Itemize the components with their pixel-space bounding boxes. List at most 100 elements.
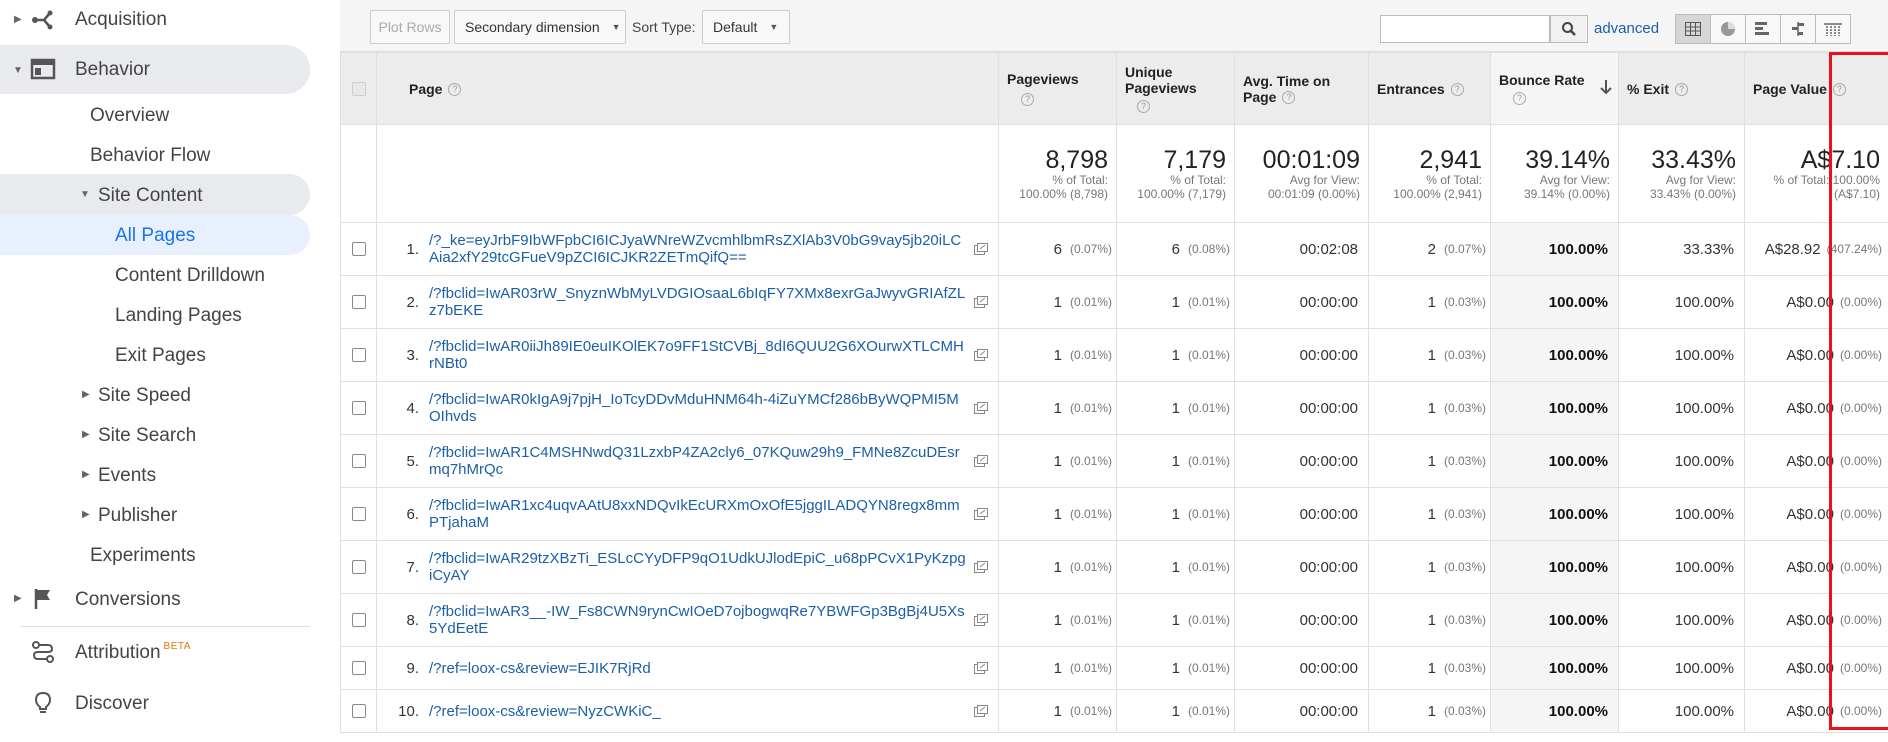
- row-checkbox[interactable]: [351, 560, 366, 574]
- help-icon[interactable]: ?: [1450, 83, 1464, 97]
- plot-rows-button[interactable]: Plot Rows: [370, 10, 450, 44]
- nav-events[interactable]: ▶ Events: [0, 460, 310, 490]
- row-checkbox[interactable]: [351, 507, 366, 521]
- nav-publisher[interactable]: ▶ Publisher: [0, 500, 310, 530]
- bounce-rate-header[interactable]: Bounce Rate?: [1490, 52, 1619, 125]
- help-icon[interactable]: ?: [1832, 83, 1846, 97]
- row-checkbox[interactable]: [351, 454, 366, 468]
- nav-acquisition[interactable]: ▶ Acquisition: [0, 0, 310, 40]
- open-page-icon[interactable]: [974, 243, 988, 255]
- nav-site-speed[interactable]: ▶ Site Speed: [0, 380, 310, 410]
- page-link[interactable]: /?fbclid=IwAR0kIgA9j7pjH_IoTcyDDvMduHNM6…: [429, 391, 968, 425]
- nav-site-search[interactable]: ▶ Site Search: [0, 420, 310, 450]
- nav-exit-pages[interactable]: Exit Pages: [0, 340, 310, 370]
- page-link[interactable]: /?fbclid=IwAR1C4MSHNwdQ31LzxbP4ZA2cly6_0…: [429, 444, 968, 478]
- row-checkbox[interactable]: [351, 295, 366, 309]
- table-search-input[interactable]: [1380, 15, 1550, 43]
- unique-pageviews-header-label: Unique Pageviews: [1125, 63, 1197, 96]
- pie-view-button[interactable]: [1710, 14, 1746, 44]
- page-link[interactable]: /?ref=loox-cs&review=NyzCWKiC_: [429, 703, 968, 720]
- performance-view-button[interactable]: [1745, 14, 1781, 44]
- total-value: 8,798: [1045, 145, 1108, 174]
- unique-pageviews-header[interactable]: Unique Pageviews?: [1116, 52, 1235, 125]
- sort-type-dropdown[interactable]: Default ▼: [702, 10, 790, 44]
- row-select-cell[interactable]: [340, 275, 377, 329]
- open-page-icon[interactable]: [974, 614, 988, 626]
- row-select-cell[interactable]: [340, 328, 377, 382]
- row-select-cell[interactable]: [340, 689, 377, 733]
- page-link[interactable]: /?fbclid=IwAR3__-IW_Fs8CWN9rynCwIOeD7ojb…: [429, 603, 968, 637]
- row-checkbox[interactable]: [351, 348, 366, 362]
- search-button[interactable]: [1550, 15, 1588, 43]
- help-icon[interactable]: ?: [448, 83, 462, 97]
- page-value-percent: (0.00%): [1839, 507, 1882, 521]
- nav-conversions[interactable]: ▶ Conversions: [0, 584, 310, 614]
- avg-time-value: 00:00:00: [1299, 659, 1358, 677]
- open-page-icon[interactable]: [974, 455, 988, 467]
- nav-content-drilldown[interactable]: Content Drilldown: [0, 260, 310, 290]
- nav-behavior-flow[interactable]: Behavior Flow: [0, 140, 310, 170]
- open-page-icon[interactable]: [974, 705, 988, 717]
- total-sub: % of Total: 100.00% (8,798): [1019, 172, 1108, 201]
- open-page-icon[interactable]: [974, 508, 988, 520]
- select-all-cell[interactable]: [340, 52, 377, 125]
- select-all-checkbox[interactable]: [351, 81, 366, 96]
- pageviews-cell: 1 (0.01%): [998, 434, 1117, 488]
- page-link[interactable]: /?fbclid=IwAR03rW_SnyznWbMyLVDGIOsaaL6bI…: [429, 285, 968, 319]
- row-number: 10.: [398, 702, 419, 720]
- avg-time-header[interactable]: Avg. Time on Page?: [1234, 52, 1369, 125]
- table-view-button[interactable]: [1675, 14, 1711, 44]
- row-checkbox[interactable]: [351, 704, 366, 718]
- exit-header[interactable]: % Exit?: [1618, 52, 1745, 125]
- help-icon[interactable]: ?: [1021, 93, 1034, 106]
- page-value-header[interactable]: Page Value?: [1744, 52, 1888, 125]
- open-page-icon[interactable]: [974, 402, 988, 414]
- page-link[interactable]: /?ref=loox-cs&review=EJIK7RjRd: [429, 660, 968, 677]
- row-select-cell[interactable]: [340, 222, 377, 276]
- pageviews-header[interactable]: Pageviews?: [998, 52, 1117, 125]
- entrances-cell: 1 (0.03%): [1368, 689, 1491, 733]
- nav-attribution[interactable]: Attribution BETA: [0, 636, 310, 668]
- nav-site-content[interactable]: ▼ Site Content: [0, 174, 310, 215]
- secondary-dimension-dropdown[interactable]: Secondary dimension ▼: [454, 10, 626, 44]
- open-page-icon[interactable]: [974, 662, 988, 674]
- page-link[interactable]: /?fbclid=IwAR1xc4uqvAAtU8xxNDQvIkEcURXmO…: [429, 497, 968, 531]
- nav-behavior[interactable]: ▼ Behavior: [0, 45, 310, 94]
- pivot-view-button[interactable]: [1815, 14, 1851, 44]
- page-link[interactable]: /?fbclid=IwAR0iiJh89IE0euIKOlEK7o9FF1StC…: [429, 338, 968, 372]
- nav-landing-pages[interactable]: Landing Pages: [0, 300, 310, 330]
- comparison-view-button[interactable]: [1780, 14, 1816, 44]
- row-select-cell[interactable]: [340, 540, 377, 594]
- help-icon[interactable]: ?: [1675, 83, 1689, 97]
- row-select-cell[interactable]: [340, 487, 377, 541]
- page-link[interactable]: /?_ke=eyJrbF9IbWFpbCI6ICJyaWNreWZvcmhlbm…: [429, 232, 968, 266]
- help-icon[interactable]: ?: [1137, 100, 1150, 114]
- row-select-cell[interactable]: [340, 381, 377, 435]
- row-select-cell[interactable]: [340, 646, 377, 690]
- nav-overview[interactable]: Overview: [0, 100, 310, 130]
- total-pageviews: 8,798% of Total: 100.00% (8,798): [998, 124, 1117, 223]
- nav-all-pages[interactable]: All Pages: [0, 215, 310, 255]
- unique-pageviews-value: 6: [1171, 240, 1180, 258]
- row-checkbox[interactable]: [351, 242, 366, 256]
- page-link[interactable]: /?fbclid=IwAR29tzXBzTi_ESLcCYyDFP9qO1Udk…: [429, 550, 968, 584]
- nav-discover[interactable]: Discover: [0, 688, 310, 718]
- nav-experiments[interactable]: Experiments: [0, 540, 310, 570]
- help-icon[interactable]: ?: [1513, 92, 1526, 106]
- open-page-icon[interactable]: [974, 296, 988, 308]
- row-checkbox[interactable]: [351, 661, 366, 675]
- row-select-cell[interactable]: [340, 434, 377, 488]
- open-page-icon[interactable]: [974, 349, 988, 361]
- unique-pageviews-value: 1: [1171, 399, 1180, 417]
- page-header[interactable]: Page?: [376, 52, 999, 125]
- page-value-cell: A$0.00 (0.00%): [1744, 434, 1888, 488]
- row-checkbox[interactable]: [351, 613, 366, 627]
- advanced-filter-link[interactable]: advanced: [1594, 20, 1659, 37]
- row-select-cell[interactable]: [340, 593, 377, 647]
- row-checkbox[interactable]: [351, 401, 366, 415]
- help-icon[interactable]: ?: [1282, 91, 1296, 105]
- entrances-header[interactable]: Entrances?: [1368, 52, 1491, 125]
- avg-time-value: 00:00:00: [1299, 505, 1358, 523]
- table-row: 8. /?fbclid=IwAR3__-IW_Fs8CWN9rynCwIOeD7…: [340, 593, 1888, 647]
- open-page-icon[interactable]: [974, 561, 988, 573]
